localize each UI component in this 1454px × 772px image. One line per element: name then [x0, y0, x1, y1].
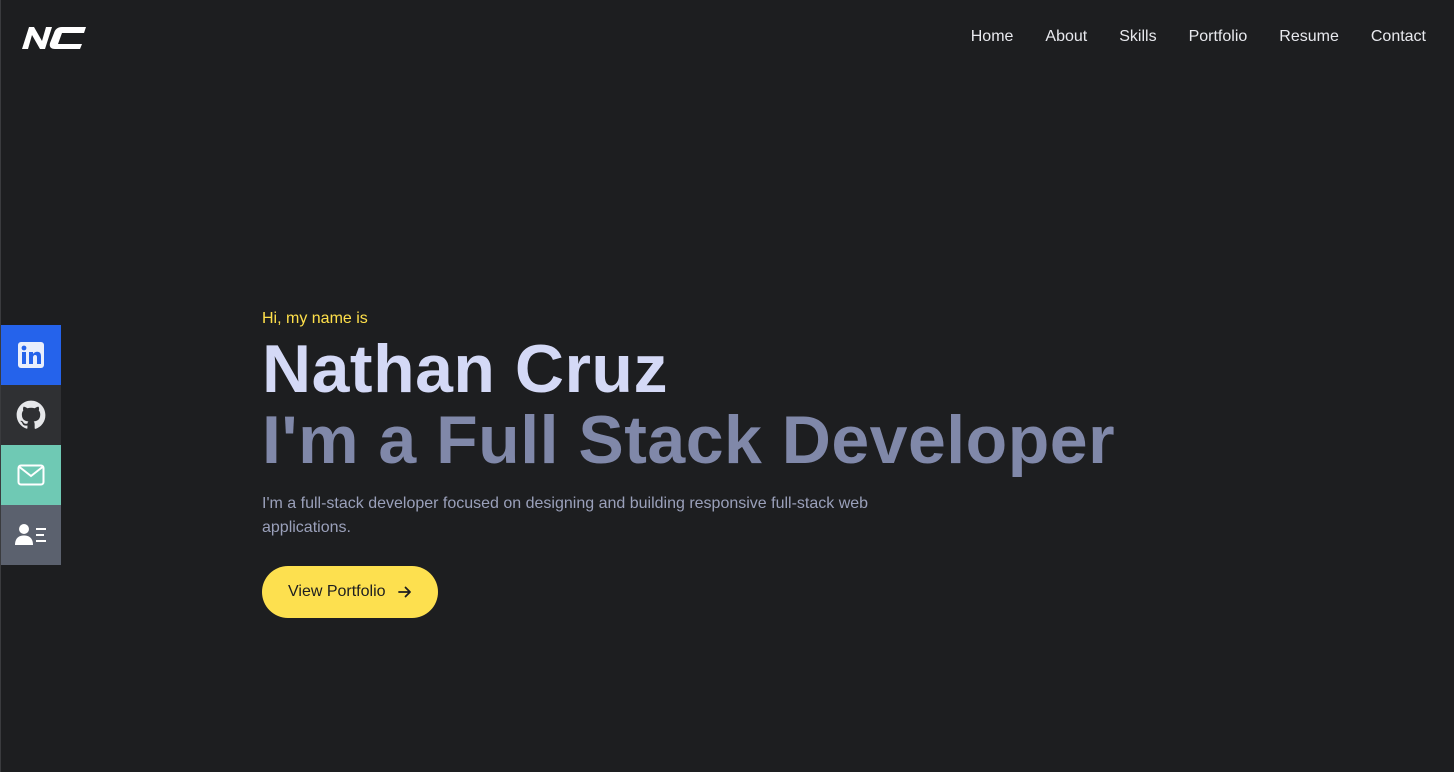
nc-logo[interactable] [22, 25, 88, 51]
hero-greeting: Hi, my name is [262, 310, 368, 327]
hero-section: Hi, my name is Nathan Cruz I'm a Full St… [262, 308, 1222, 618]
linkedin-button[interactable] [1, 325, 61, 385]
mail-icon [17, 464, 45, 486]
view-portfolio-label: View Portfolio [288, 583, 386, 600]
email-button[interactable] [1, 445, 61, 505]
arrow-right-icon [397, 586, 411, 598]
social-sidebar [1, 325, 61, 565]
resume-button[interactable] [1, 505, 61, 565]
hero-role: I'm a Full Stack Developer [262, 402, 1116, 478]
nav-portfolio[interactable]: Portfolio [1189, 27, 1248, 47]
nc-logo-icon [22, 27, 86, 49]
hero-name: Nathan Cruz [262, 331, 668, 407]
nav-home[interactable]: Home [971, 27, 1014, 47]
github-icon [16, 400, 46, 429]
hero-description: I'm a full-stack developer focused on de… [262, 495, 869, 536]
view-portfolio-button[interactable]: View Portfolio [262, 566, 438, 618]
nav-about[interactable]: About [1045, 27, 1087, 47]
nav-skills[interactable]: Skills [1119, 27, 1156, 47]
nav-resume[interactable]: Resume [1279, 27, 1339, 47]
main-nav: Home About Skills Portfolio Resume Conta… [971, 27, 1426, 47]
nav-contact[interactable]: Contact [1371, 27, 1426, 47]
linkedin-icon [18, 342, 44, 368]
contact-card-icon [15, 524, 46, 545]
page: Home About Skills Portfolio Resume Conta… [0, 0, 1454, 772]
github-button[interactable] [1, 385, 61, 445]
